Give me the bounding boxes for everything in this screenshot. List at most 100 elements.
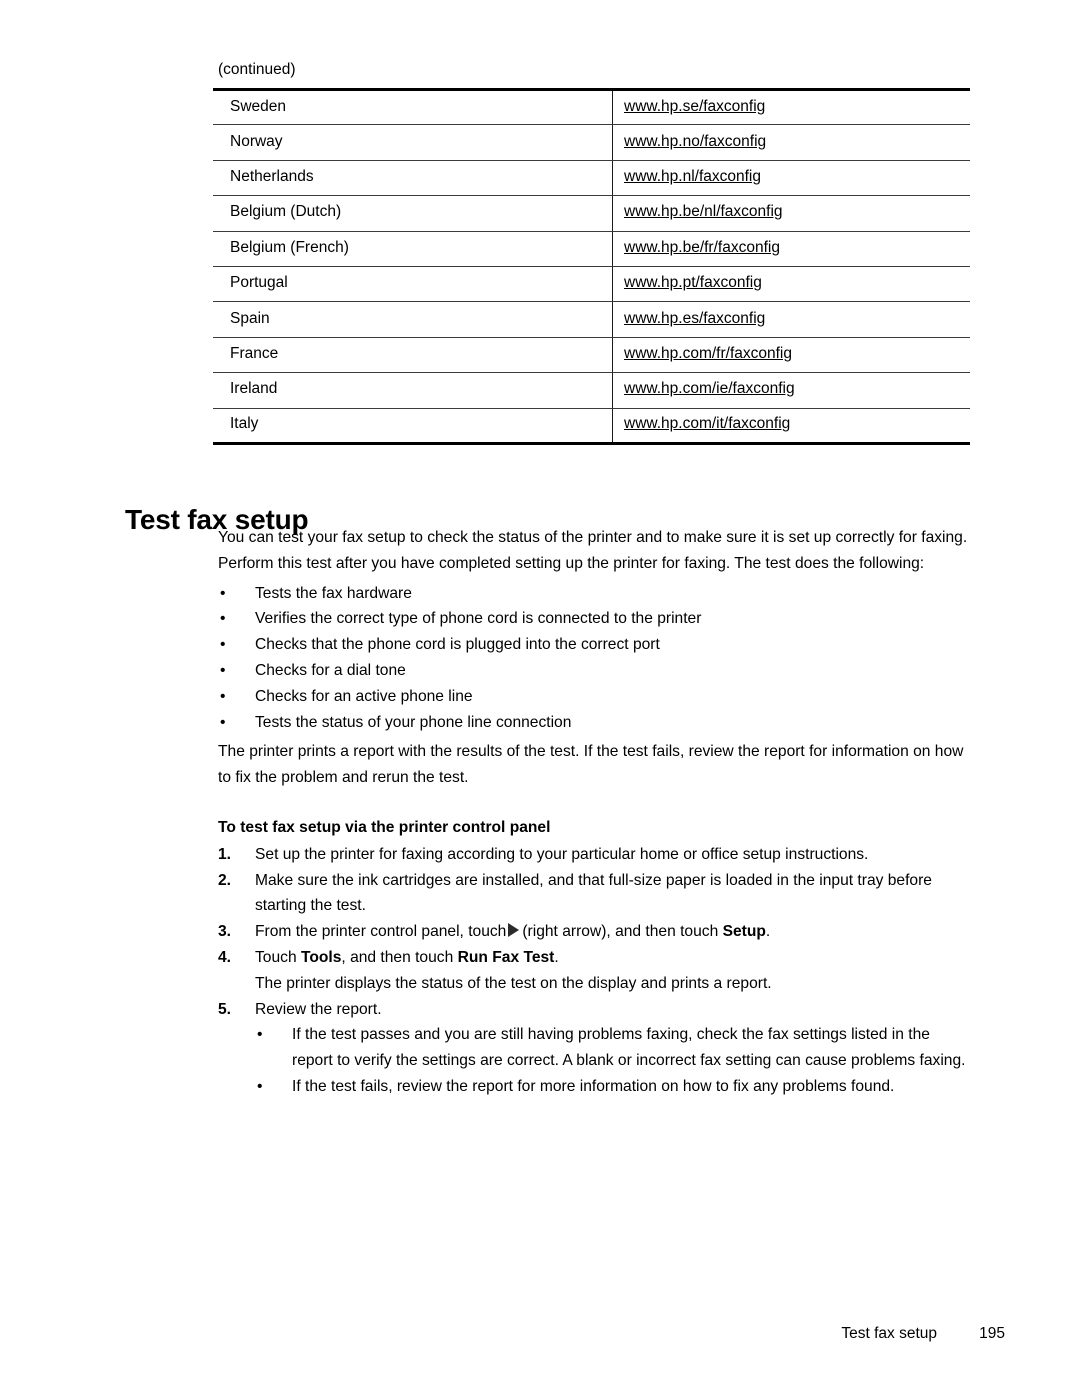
list-item: • Checks for an active phone line [218,684,973,710]
step-number: 1. [218,845,232,863]
step-text-part: . [554,948,559,966]
table-cell-url: www.hp.se/faxconfig [612,87,970,126]
table-cell-country: Spain [213,301,613,338]
fax-config-link[interactable]: www.hp.be/fr/faxconfig [624,239,780,256]
procedure-steps-list: 1. Set up the printer for faxing accordi… [218,842,973,1100]
step-text-part: , and then touch [341,948,454,966]
ui-label-setup: Setup [722,923,766,941]
procedure-heading: To test fax setup via the printer contro… [218,818,551,836]
table-cell-url: www.hp.be/fr/faxconfig [612,231,970,267]
fax-config-link[interactable]: www.hp.pt/faxconfig [624,274,762,291]
list-item: 5. Review the report. • If the test pass… [218,997,973,1100]
fax-config-link[interactable]: www.hp.es/faxconfig [624,310,765,327]
list-item-label: Checks that the phone cord is plugged in… [255,636,660,654]
step-number: 5. [218,1000,232,1018]
bullet-icon: • [220,713,226,731]
list-item-label: If the test fails, review the report for… [292,1077,895,1095]
table-cell-country: Belgium (Dutch) [213,195,613,232]
list-item-label: Checks for an active phone line [255,687,473,705]
footer-page-number: 195 [979,1325,1005,1342]
step-text: Review the report. [255,1000,382,1018]
table-cell-country: Ireland [213,372,613,409]
list-item-label: Tests the status of your phone line conn… [255,713,572,731]
table-row: Spain www.hp.es/faxconfig [213,301,970,338]
list-item-label: Tests the fax hardware [255,584,412,602]
table-row: Italy www.hp.com/it/faxconfig [213,408,970,445]
table-cell-country: Sweden [213,87,613,126]
table-cell-url: www.hp.nl/faxconfig [612,160,970,197]
list-item: 4. Touch Tools, and then touch Run Fax T… [218,945,973,997]
list-item: 3. From the printer control panel, touch… [218,919,973,945]
report-note-paragraph: The printer prints a report with the res… [218,743,964,787]
fax-config-link[interactable]: www.hp.com/fr/faxconfig [624,345,792,362]
step-text: Set up the printer for faxing according … [255,845,869,863]
bullet-icon: • [220,610,226,628]
document-page: (continued) Sweden www.hp.se/faxconfig N… [0,0,1080,1397]
table-cell-url: www.hp.es/faxconfig [612,301,970,338]
step-result-note: The printer displays the status of the t… [255,974,772,992]
step-text-part: From the printer control panel, touch [255,923,507,941]
table-cell-country: Norway [213,124,613,161]
table-row: Sweden www.hp.se/faxconfig [213,87,970,126]
fax-config-link[interactable]: www.hp.com/it/faxconfig [624,415,790,432]
table-cell-url: www.hp.com/it/faxconfig [612,408,970,445]
bullet-icon: • [257,1077,263,1095]
bullet-icon: • [220,584,226,602]
bullet-icon: • [257,1026,263,1044]
table-continued-label: (continued) [218,61,296,78]
list-item: • Verifies the correct type of phone cor… [218,606,973,632]
fax-config-link[interactable]: www.hp.se/faxconfig [624,98,765,115]
list-item: • Checks for a dial tone [218,658,973,684]
fax-config-url-table: Sweden www.hp.se/faxconfig Norway www.hp… [213,87,970,445]
list-item-label: Verifies the correct type of phone cord … [255,610,702,628]
table-cell-country: Netherlands [213,160,613,197]
table-cell-country: Italy [213,408,613,445]
table-row: Portugal www.hp.pt/faxconfig [213,266,970,303]
list-item-label: If the test passes and you are still hav… [292,1026,966,1070]
ui-label-run-fax-test: Run Fax Test [457,948,555,966]
table-cell-url: www.hp.be/nl/faxconfig [612,195,970,232]
table-row: France www.hp.com/fr/faxconfig [213,337,970,374]
bullet-icon: • [220,636,226,654]
bullet-icon: • [220,687,226,705]
step-text-part: Touch [255,948,297,966]
list-item: 1. Set up the printer for faxing accordi… [218,842,973,868]
list-item: 2. Make sure the ink cartridges are inst… [218,868,973,920]
fax-config-url-table-body: Sweden www.hp.se/faxconfig Norway www.hp… [213,87,970,445]
list-item: • If the test fails, review the report f… [255,1074,973,1100]
step-number: 4. [218,948,232,966]
table-cell-url: www.hp.no/faxconfig [612,124,970,161]
step-text-part: (right arrow), and then touch [522,923,719,941]
fax-config-link[interactable]: www.hp.no/faxconfig [624,133,766,150]
footer-section-title: Test fax setup [841,1325,937,1342]
right-arrow-icon [508,923,520,938]
bullet-icon: • [220,661,226,679]
table-row: Belgium (Dutch) www.hp.be/nl/faxconfig [213,195,970,232]
main-content: You can test your fax setup to check the… [218,525,973,1100]
list-item-label: Checks for a dial tone [255,661,406,679]
table-row: Netherlands www.hp.nl/faxconfig [213,160,970,197]
list-item: • Tests the status of your phone line co… [218,710,973,736]
table-cell-url: www.hp.com/fr/faxconfig [612,337,970,374]
table-cell-url: www.hp.com/ie/faxconfig [612,372,970,409]
table-cell-country: Belgium (French) [213,231,613,267]
table-cell-url: www.hp.pt/faxconfig [612,266,970,303]
fax-config-link[interactable]: www.hp.nl/faxconfig [624,168,761,185]
fax-config-link[interactable]: www.hp.com/ie/faxconfig [624,380,795,397]
fax-config-link[interactable]: www.hp.be/nl/faxconfig [624,203,783,220]
table-cell-country: Portugal [213,266,613,303]
table-cell-country: France [213,337,613,374]
table-row: Ireland www.hp.com/ie/faxconfig [213,372,970,409]
list-item: • Tests the fax hardware [218,581,973,607]
list-item: • Checks that the phone cord is plugged … [218,632,973,658]
intro-paragraph: You can test your fax setup to check the… [218,529,968,572]
review-report-sub-list: • If the test passes and you are still h… [255,1022,973,1099]
ui-label-tools: Tools [300,948,342,966]
table-row: Norway www.hp.no/faxconfig [213,124,970,161]
step-text-part: . [765,923,771,941]
step-number: 3. [218,923,232,941]
list-item: • If the test passes and you are still h… [255,1022,973,1074]
step-number: 2. [218,871,232,889]
fax-test-checks-list: • Tests the fax hardware • Verifies the … [218,581,973,736]
step-text: Make sure the ink cartridges are install… [255,871,932,915]
